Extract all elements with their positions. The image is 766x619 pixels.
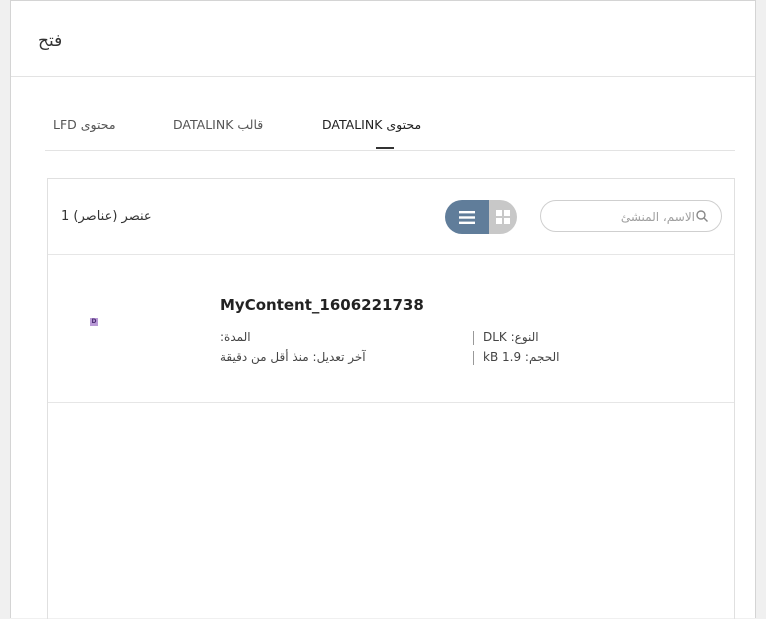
grid-icon bbox=[496, 210, 510, 224]
list-icon bbox=[459, 210, 475, 224]
file-name: MyContent_1606221738 bbox=[220, 296, 424, 314]
tab-bar: LFD محتوى DATALINK قالب DATALINK محتوى bbox=[45, 109, 735, 151]
meta-separator bbox=[473, 351, 474, 365]
dialog-title: فتح bbox=[38, 31, 63, 51]
view-toggle bbox=[445, 200, 535, 234]
list-view-button[interactable] bbox=[445, 200, 489, 234]
active-tab-indicator bbox=[376, 147, 394, 149]
item-count: عنصر (عناصر) 1 bbox=[61, 209, 152, 224]
file-thumbnail: D bbox=[90, 318, 98, 326]
duration-label: المدة: bbox=[220, 330, 251, 344]
list-item[interactable]: D MyContent_1606221738 المدة: آخر تعديل:… bbox=[48, 255, 734, 403]
tab-datalink-content[interactable]: DATALINK محتوى bbox=[322, 117, 421, 132]
modified-label: آخر تعديل: منذ أقل من دقيقة bbox=[220, 350, 366, 364]
panel-toolbar: عنصر (عناصر) 1 bbox=[48, 179, 734, 255]
tab-datalink-template[interactable]: DATALINK قالب bbox=[173, 117, 263, 132]
meta-separator bbox=[473, 331, 474, 345]
open-dialog: فتح LFD محتوى DATALINK قالب DATALINK محت… bbox=[10, 0, 756, 619]
type-label: النوع: DLK bbox=[483, 330, 539, 344]
size-label: الحجم: 1.9 kB bbox=[483, 350, 560, 364]
dialog-header: فتح bbox=[11, 1, 755, 77]
search-box bbox=[540, 200, 722, 232]
search-icon[interactable] bbox=[695, 209, 709, 223]
search-input[interactable] bbox=[553, 206, 697, 228]
grid-view-button[interactable] bbox=[489, 200, 517, 234]
content-panel: عنصر (عناصر) 1 الاسم، المنشئ D MyContent… bbox=[47, 178, 735, 619]
tab-lfd-content[interactable]: LFD محتوى bbox=[53, 117, 116, 132]
